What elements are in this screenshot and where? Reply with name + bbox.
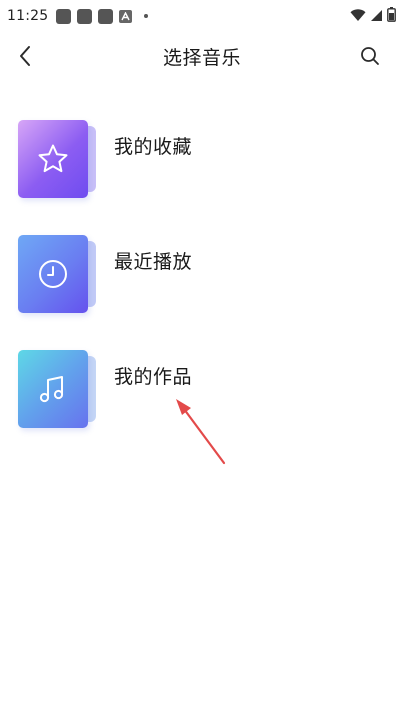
list-item-recent[interactable]: 最近播放 (0, 225, 404, 340)
back-button[interactable] (12, 42, 38, 70)
search-icon (361, 47, 379, 65)
battery-icon (387, 6, 396, 26)
folder-icon (18, 120, 96, 198)
search-button[interactable] (358, 44, 382, 68)
page-title: 选择音乐 (162, 46, 241, 69)
star-icon (38, 144, 68, 173)
clock-icon (39, 260, 67, 288)
music-note-icon (39, 376, 64, 403)
app-icon (56, 8, 72, 24)
signal-icon (370, 7, 383, 26)
app-header: 选择音乐 (0, 32, 404, 80)
wifi-icon (350, 7, 366, 26)
music-source-list: 我的收藏 最近播放 我的作品 (0, 110, 404, 455)
folder-icon (18, 235, 96, 313)
folder-icon (18, 350, 96, 428)
list-item-my-works[interactable]: 我的作品 (0, 340, 404, 455)
status-time: 11:25 (7, 8, 49, 24)
dot-icon (144, 14, 149, 18)
status-bar: 11:25 (0, 0, 404, 32)
app-icon (98, 8, 114, 24)
list-item-favorites[interactable]: 我的收藏 (0, 110, 404, 225)
list-item-label: 我的收藏 (114, 136, 193, 158)
chevron-left-icon (20, 46, 30, 66)
list-item-label: 我的作品 (114, 366, 193, 388)
app-icon (77, 8, 93, 24)
a-icon (119, 9, 133, 23)
list-item-label: 最近播放 (114, 251, 193, 273)
